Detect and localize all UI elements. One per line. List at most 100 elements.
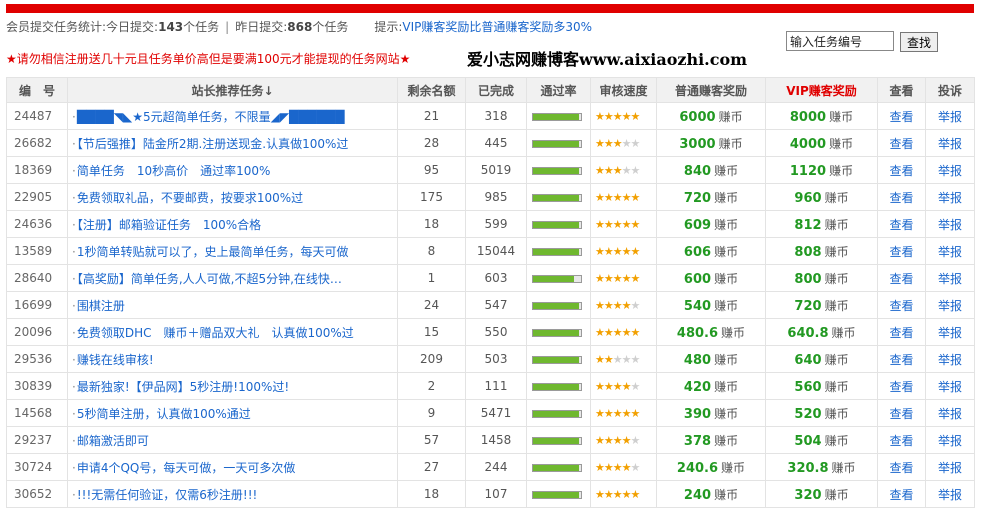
star-filled-icon: ★ [595, 406, 605, 420]
stats-separator: | [225, 20, 230, 34]
star-filled-icon: ★ [603, 487, 614, 501]
currency-unit: 赚币 [824, 271, 849, 286]
search-button[interactable]: 查找 [900, 32, 938, 52]
currency-unit: 赚币 [831, 325, 856, 340]
task-title-link[interactable]: ████◥◣★5元超简单任务，不限量◢◤██████ [77, 110, 345, 124]
task-id-search-input[interactable] [786, 31, 894, 51]
task-title-link[interactable]: 【注册】邮箱验证任务 100%合格 [77, 218, 261, 232]
task-title-cell: ·████◥◣★5元超简单任务，不限量◢◤██████ [67, 102, 398, 130]
view-link[interactable]: 查看 [877, 237, 926, 265]
star-filled-icon: ★ [595, 244, 605, 258]
view-link[interactable]: 查看 [877, 264, 926, 292]
view-link[interactable]: 查看 [877, 183, 926, 211]
vip-reward-amount: 720 [794, 298, 822, 314]
star-empty-icon: ★ [630, 163, 641, 177]
task-title-cell: ·!!!无需任何验证，仅需6秒注册!!! [67, 480, 398, 508]
view-link[interactable]: 查看 [877, 345, 926, 373]
report-link[interactable]: 举报 [925, 129, 975, 157]
pass-rate-cell [526, 129, 591, 157]
currency-unit: 赚币 [824, 244, 849, 259]
pass-rate-cell [526, 264, 591, 292]
report-link[interactable]: 举报 [925, 399, 975, 427]
task-title-link[interactable]: 赚钱在线审核! [77, 353, 154, 367]
star-filled-icon: ★ [603, 379, 614, 393]
report-link[interactable]: 举报 [925, 318, 975, 346]
star-filled-icon: ★ [603, 217, 614, 231]
report-link[interactable]: 举报 [925, 264, 975, 292]
yesterday-count: 868 [287, 20, 313, 34]
yesterday-label: 昨日提交: [235, 20, 288, 34]
report-link[interactable]: 举报 [925, 156, 975, 184]
report-link[interactable]: 举报 [925, 183, 975, 211]
bullet-dot: · [72, 487, 76, 502]
pass-rate-cell [526, 237, 591, 265]
task-title-link[interactable]: 简单任务 10秒高价 通过率100% [77, 164, 271, 178]
report-link[interactable]: 举报 [925, 480, 975, 508]
vip-reward-amount: 504 [794, 433, 822, 449]
view-link[interactable]: 查看 [877, 291, 926, 319]
view-link[interactable]: 查看 [877, 210, 926, 238]
pass-rate-cell [526, 480, 591, 508]
task-title-link[interactable]: 申请4个QQ号，每天可做，一天可多次做 [77, 461, 296, 475]
report-link[interactable]: 举报 [925, 453, 975, 481]
task-title-link[interactable]: 【高奖励】简单任务,人人可做,不超5分钟,在线快… [77, 272, 342, 286]
star-filled-icon: ★ [595, 487, 605, 501]
view-link[interactable]: 查看 [877, 480, 926, 508]
view-link[interactable]: 查看 [877, 156, 926, 184]
view-link[interactable]: 查看 [877, 129, 926, 157]
task-title-link[interactable]: 免费领取DHC 赚币＋赠品双大礼 认真做100%过 [77, 326, 354, 340]
task-title-link[interactable]: 邮箱激活即可 [77, 434, 149, 448]
star-filled-icon: ★ [603, 163, 614, 177]
remaining-count: 24 [397, 291, 466, 319]
completed-count: 445 [465, 129, 527, 157]
task-title-cell: ·5秒简单注册，认真做100%通过 [67, 399, 398, 427]
report-link[interactable]: 举报 [925, 210, 975, 238]
task-title-link[interactable]: 5秒简单注册，认真做100%通过 [77, 407, 251, 421]
task-title-cell: ·申请4个QQ号，每天可做，一天可多次做 [67, 453, 398, 481]
star-filled-icon: ★ [603, 406, 614, 420]
view-link[interactable]: 查看 [877, 318, 926, 346]
remaining-count: 18 [397, 480, 466, 508]
report-link[interactable]: 举报 [925, 426, 975, 454]
pass-rate-bar [532, 328, 582, 337]
report-link[interactable]: 举报 [925, 102, 975, 130]
view-link[interactable]: 查看 [877, 372, 926, 400]
pass-rate-fill [533, 140, 579, 147]
star-filled-icon: ★ [621, 433, 632, 447]
remaining-count: 2 [397, 372, 466, 400]
report-link[interactable]: 举报 [925, 237, 975, 265]
star-filled-icon: ★ [595, 298, 605, 312]
bullet-dot: · [72, 109, 76, 124]
pass-rate-cell [526, 372, 591, 400]
bullet-dot: · [72, 136, 76, 151]
task-title-cell: ·【注册】邮箱验证任务 100%合格 [67, 210, 398, 238]
task-title-link[interactable]: 最新独家!【伊品网】5秒注册!100%过! [77, 380, 289, 394]
view-link[interactable]: 查看 [877, 102, 926, 130]
view-link[interactable]: 查看 [877, 426, 926, 454]
table-row: 22905 ·免费领取礼品，不要邮费，按要求100%过 175 985 ★★★★★ 720… [6, 183, 975, 211]
report-link[interactable]: 举报 [925, 372, 975, 400]
report-link[interactable]: 举报 [925, 345, 975, 373]
currency-unit: 赚币 [824, 433, 849, 448]
task-title-link[interactable]: !!!无需任何验证，仅需6秒注册!!! [77, 488, 258, 502]
currency-unit: 赚币 [829, 163, 854, 178]
currency-unit: 赚币 [714, 244, 739, 259]
star-filled-icon: ★ [621, 379, 632, 393]
pass-rate-bar [532, 463, 582, 472]
task-title-link[interactable]: 【节后强推】陆金所2期.注册送现金.认真做100%过 [77, 137, 349, 151]
normal-reward: 609 赚币 [656, 210, 766, 238]
task-title-link[interactable]: 免费领取礼品，不要邮费，按要求100%过 [77, 191, 303, 205]
task-title-cell: ·【高奖励】简单任务,人人可做,不超5分钟,在线快… [67, 264, 398, 292]
task-title-link[interactable]: 1秒简单转贴就可以了，史上最简单任务，每天可做 [77, 245, 349, 259]
task-id: 20096 [6, 318, 68, 346]
star-filled-icon: ★ [603, 433, 614, 447]
task-title-link[interactable]: 围棋注册 [77, 299, 125, 313]
pass-rate-bar [532, 193, 582, 202]
vip-reward: 8000 赚币 [765, 102, 878, 130]
view-link[interactable]: 查看 [877, 453, 926, 481]
star-filled-icon: ★ [603, 136, 614, 150]
vip-tip-link[interactable]: VIP赚客奖励比普通赚客奖励多30% [402, 20, 592, 34]
view-link[interactable]: 查看 [877, 399, 926, 427]
report-link[interactable]: 举报 [925, 291, 975, 319]
col-header-title[interactable]: 站长推荐任务↓ [67, 77, 398, 103]
